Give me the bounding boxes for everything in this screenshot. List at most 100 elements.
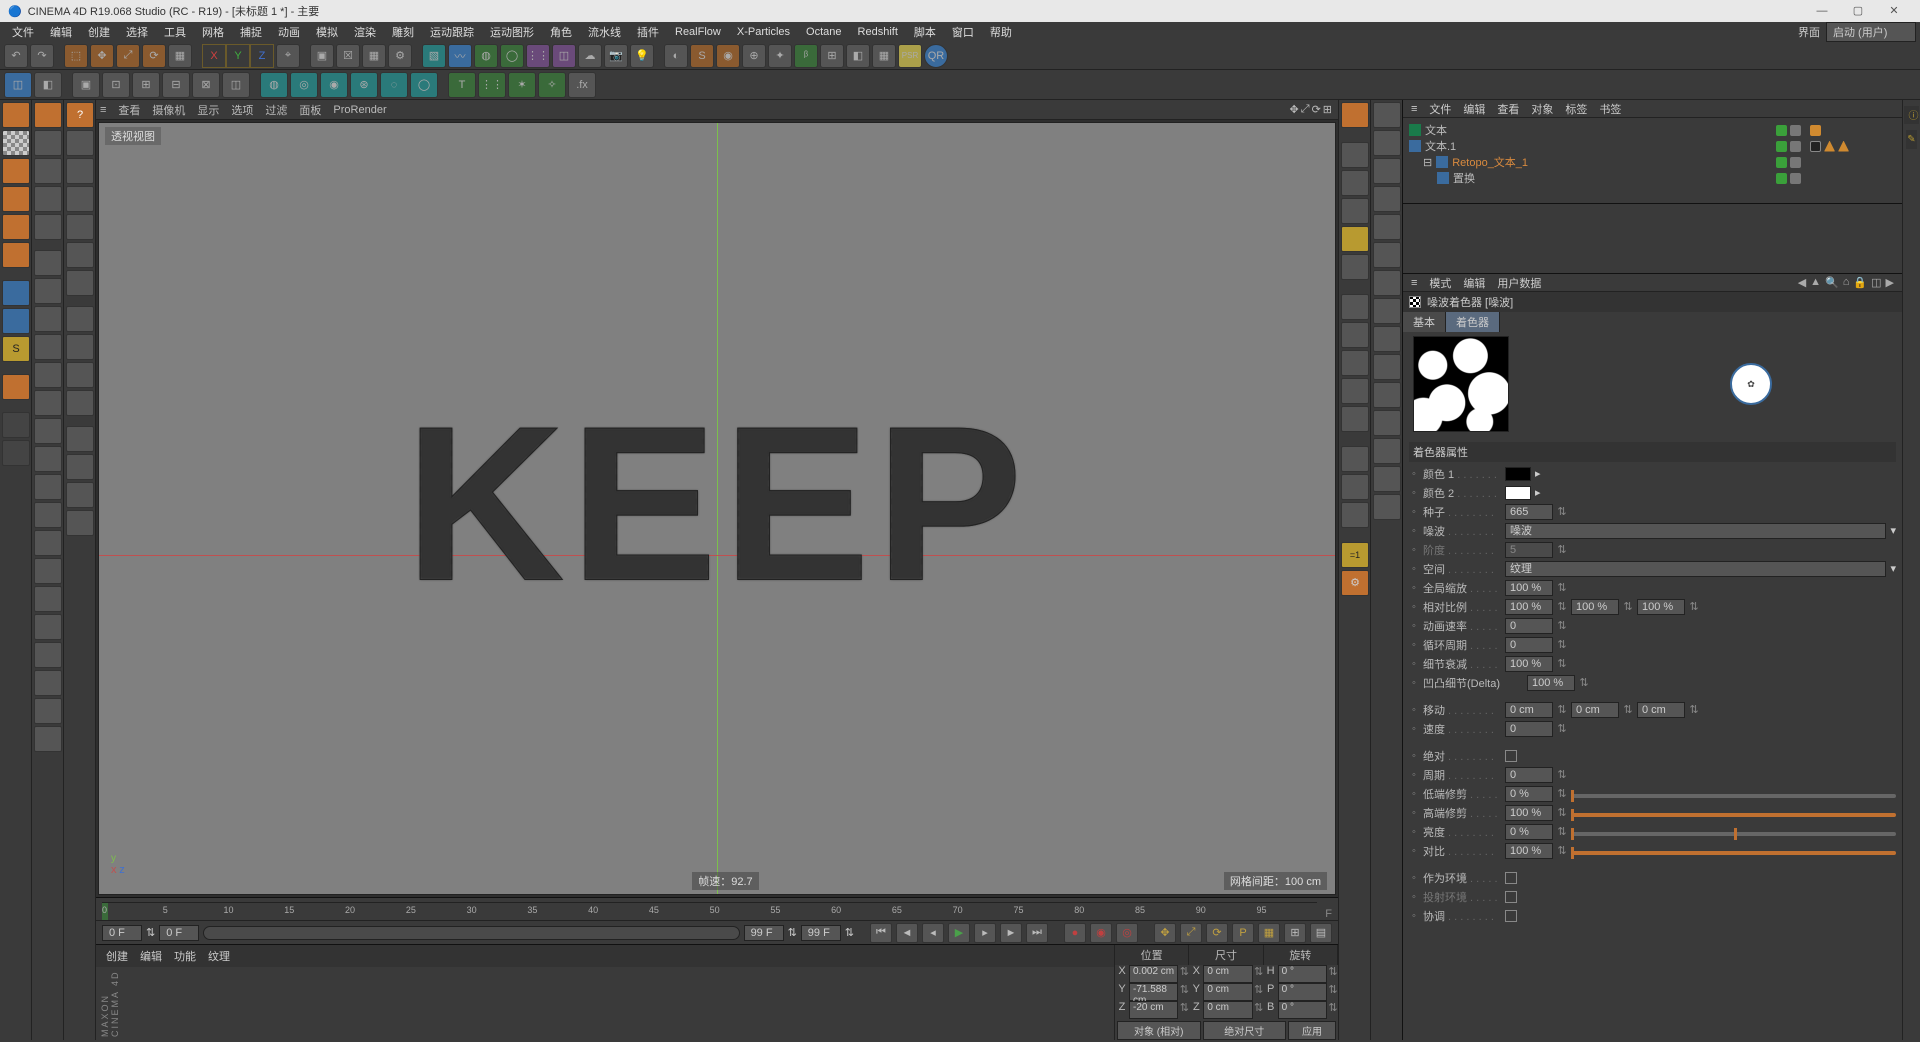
timeline-ruler[interactable]: 05101520253035404550556065707580859095 F: [96, 898, 1338, 920]
spinner-icon[interactable]: ⇅: [1557, 581, 1567, 594]
bright-field[interactable]: 0 %: [1505, 824, 1553, 840]
smooth-shift-icon[interactable]: [1341, 406, 1369, 432]
poly-mode-icon[interactable]: [66, 270, 94, 296]
deformer2-3[interactable]: ◉: [320, 72, 348, 98]
deformer-button[interactable]: ◫: [552, 44, 576, 68]
menu-simulate[interactable]: 模拟: [308, 22, 346, 42]
move-y-field[interactable]: 0 cm: [1571, 702, 1619, 718]
om-menu-edit[interactable]: 编辑: [1463, 101, 1485, 117]
timeline-start-field[interactable]: 0 F: [102, 925, 142, 941]
bridge-icon[interactable]: [34, 334, 62, 360]
menu-xparticles[interactable]: X-Particles: [729, 24, 798, 40]
snap2-3[interactable]: ⊞: [132, 72, 160, 98]
hamburger-icon[interactable]: ≡: [100, 104, 106, 116]
play-button[interactable]: ▶: [948, 923, 970, 943]
close-hole-icon[interactable]: [1341, 446, 1369, 472]
menu-redshift[interactable]: Redshift: [850, 24, 906, 40]
workplane-icon[interactable]: [66, 390, 94, 416]
om-item[interactable]: 文本: [1409, 122, 1776, 138]
vp-nav-1-icon[interactable]: ✥: [1290, 103, 1299, 116]
camera-button[interactable]: 📷: [604, 44, 628, 68]
attribute-manager[interactable]: ✿ 着色器属性 ◦颜色 1▸ ◦颜色 2▸ ◦种子665⇅ ◦噪波噪波▾ ◦阶度…: [1403, 332, 1902, 1040]
extrude-icon[interactable]: [34, 278, 62, 304]
menu-mograph[interactable]: 运动图形: [482, 22, 542, 42]
om-menu-object[interactable]: 对象: [1531, 101, 1553, 117]
lock-y-button[interactable]: Y: [226, 44, 250, 68]
spinner-icon[interactable]: ⇅: [845, 926, 854, 939]
mask-icon[interactable]: [34, 726, 62, 752]
menu-script[interactable]: 脚本: [906, 22, 944, 42]
render-view-button[interactable]: ▣: [310, 44, 334, 68]
attr-menu-mode[interactable]: 模式: [1429, 275, 1451, 291]
gen-plane-icon[interactable]: [2, 158, 30, 184]
rt-2-icon[interactable]: [1373, 130, 1401, 156]
selection-filter-button[interactable]: ◫: [4, 72, 32, 98]
help-mode-icon[interactable]: ?: [66, 102, 94, 128]
deformer2-4[interactable]: ⊛: [350, 72, 378, 98]
uv-poly-mode-icon[interactable]: [66, 362, 94, 388]
settings-gear-icon[interactable]: ⚙: [1341, 570, 1369, 596]
vtab-prorender[interactable]: ProRender: [333, 104, 386, 116]
deformer2-2[interactable]: ◎: [290, 72, 318, 98]
om-menu-view[interactable]: 查看: [1497, 101, 1519, 117]
stitch-icon[interactable]: [1341, 502, 1369, 528]
flatten-icon[interactable]: [34, 698, 62, 724]
om-menu-bookmarks[interactable]: 书签: [1599, 101, 1621, 117]
smooth-icon[interactable]: [34, 614, 62, 640]
prev-frame-button[interactable]: ◂: [922, 923, 944, 943]
record-button[interactable]: ●: [1064, 923, 1086, 943]
plugin-8-icon[interactable]: ◧: [846, 44, 870, 68]
rt-15-icon[interactable]: [1373, 494, 1401, 520]
attr-search-icon[interactable]: 🔍: [1825, 276, 1839, 289]
om-menu-file[interactable]: 文件: [1429, 101, 1451, 117]
vtab-panel[interactable]: 面板: [299, 102, 321, 118]
size-field[interactable]: 0 cm: [1203, 983, 1252, 1001]
knife-plane-icon[interactable]: [1341, 170, 1369, 196]
attr-tab-shader[interactable]: 着色器: [1446, 312, 1500, 332]
timeline-end2-field[interactable]: 99 F: [801, 925, 841, 941]
menu-snap[interactable]: 捕捉: [232, 22, 270, 42]
next-key-button[interactable]: ►: [1000, 923, 1022, 943]
lock-x-button[interactable]: X: [202, 44, 226, 68]
om-item[interactable]: 置换: [1409, 170, 1776, 186]
knife-line-icon[interactable]: [1341, 142, 1369, 168]
array-button[interactable]: ⋮⋮: [526, 44, 550, 68]
color-arrow-icon[interactable]: ▸: [1535, 486, 1541, 499]
vp-nav-4-icon[interactable]: ⊞: [1323, 103, 1332, 116]
rot-field[interactable]: 0 °: [1278, 965, 1327, 983]
pos-field[interactable]: -20 cm: [1129, 1001, 1178, 1019]
rel-y-field[interactable]: 100 %: [1571, 599, 1619, 615]
attr-nav-back-icon[interactable]: ◀: [1798, 276, 1806, 289]
menu-window[interactable]: 窗口: [944, 22, 982, 42]
highclip-field[interactable]: 100 %: [1505, 805, 1553, 821]
vtab-view[interactable]: 查看: [118, 102, 140, 118]
spinner-icon[interactable]: ⇅: [1254, 983, 1264, 1001]
timeline-current-field[interactable]: 0 F: [159, 925, 199, 941]
iron-icon[interactable]: [1341, 474, 1369, 500]
plugin-5-icon[interactable]: ✦: [768, 44, 792, 68]
viewport-1-icon[interactable]: [66, 454, 94, 480]
rel-x-field[interactable]: 100 %: [1505, 599, 1553, 615]
rt-11-icon[interactable]: [1373, 382, 1401, 408]
side-tab-1[interactable]: ⓘ: [1904, 106, 1919, 124]
key-rot-button[interactable]: ⟳: [1206, 923, 1228, 943]
ring-icon[interactable]: [34, 446, 62, 472]
plugin-9-icon[interactable]: ▦: [872, 44, 896, 68]
snap2-1[interactable]: ▣: [72, 72, 100, 98]
prev-key-button[interactable]: ◄: [896, 923, 918, 943]
spinner-icon[interactable]: ⇅: [1179, 1001, 1189, 1019]
size-field[interactable]: 0 cm: [1203, 965, 1252, 983]
rotate-tool[interactable]: ⟳: [142, 44, 166, 68]
pinch-icon[interactable]: [34, 670, 62, 696]
om-item[interactable]: ⊟ Retopo_文本_1: [1409, 154, 1776, 170]
menu-sculpt[interactable]: 雕刻: [384, 22, 422, 42]
attr-nav-up-icon[interactable]: ▲: [1810, 276, 1821, 289]
key-scale-button[interactable]: ⤢: [1180, 923, 1202, 943]
mat-menu-texture[interactable]: 纹理: [208, 948, 230, 964]
edge-cut-icon[interactable]: [1341, 254, 1369, 280]
weld-icon[interactable]: [34, 362, 62, 388]
gen-torus-icon[interactable]: [2, 242, 30, 268]
lowclip-field[interactable]: 0 %: [1505, 786, 1553, 802]
render-region-button[interactable]: ☒: [336, 44, 360, 68]
redo-button[interactable]: ↷: [30, 44, 54, 68]
